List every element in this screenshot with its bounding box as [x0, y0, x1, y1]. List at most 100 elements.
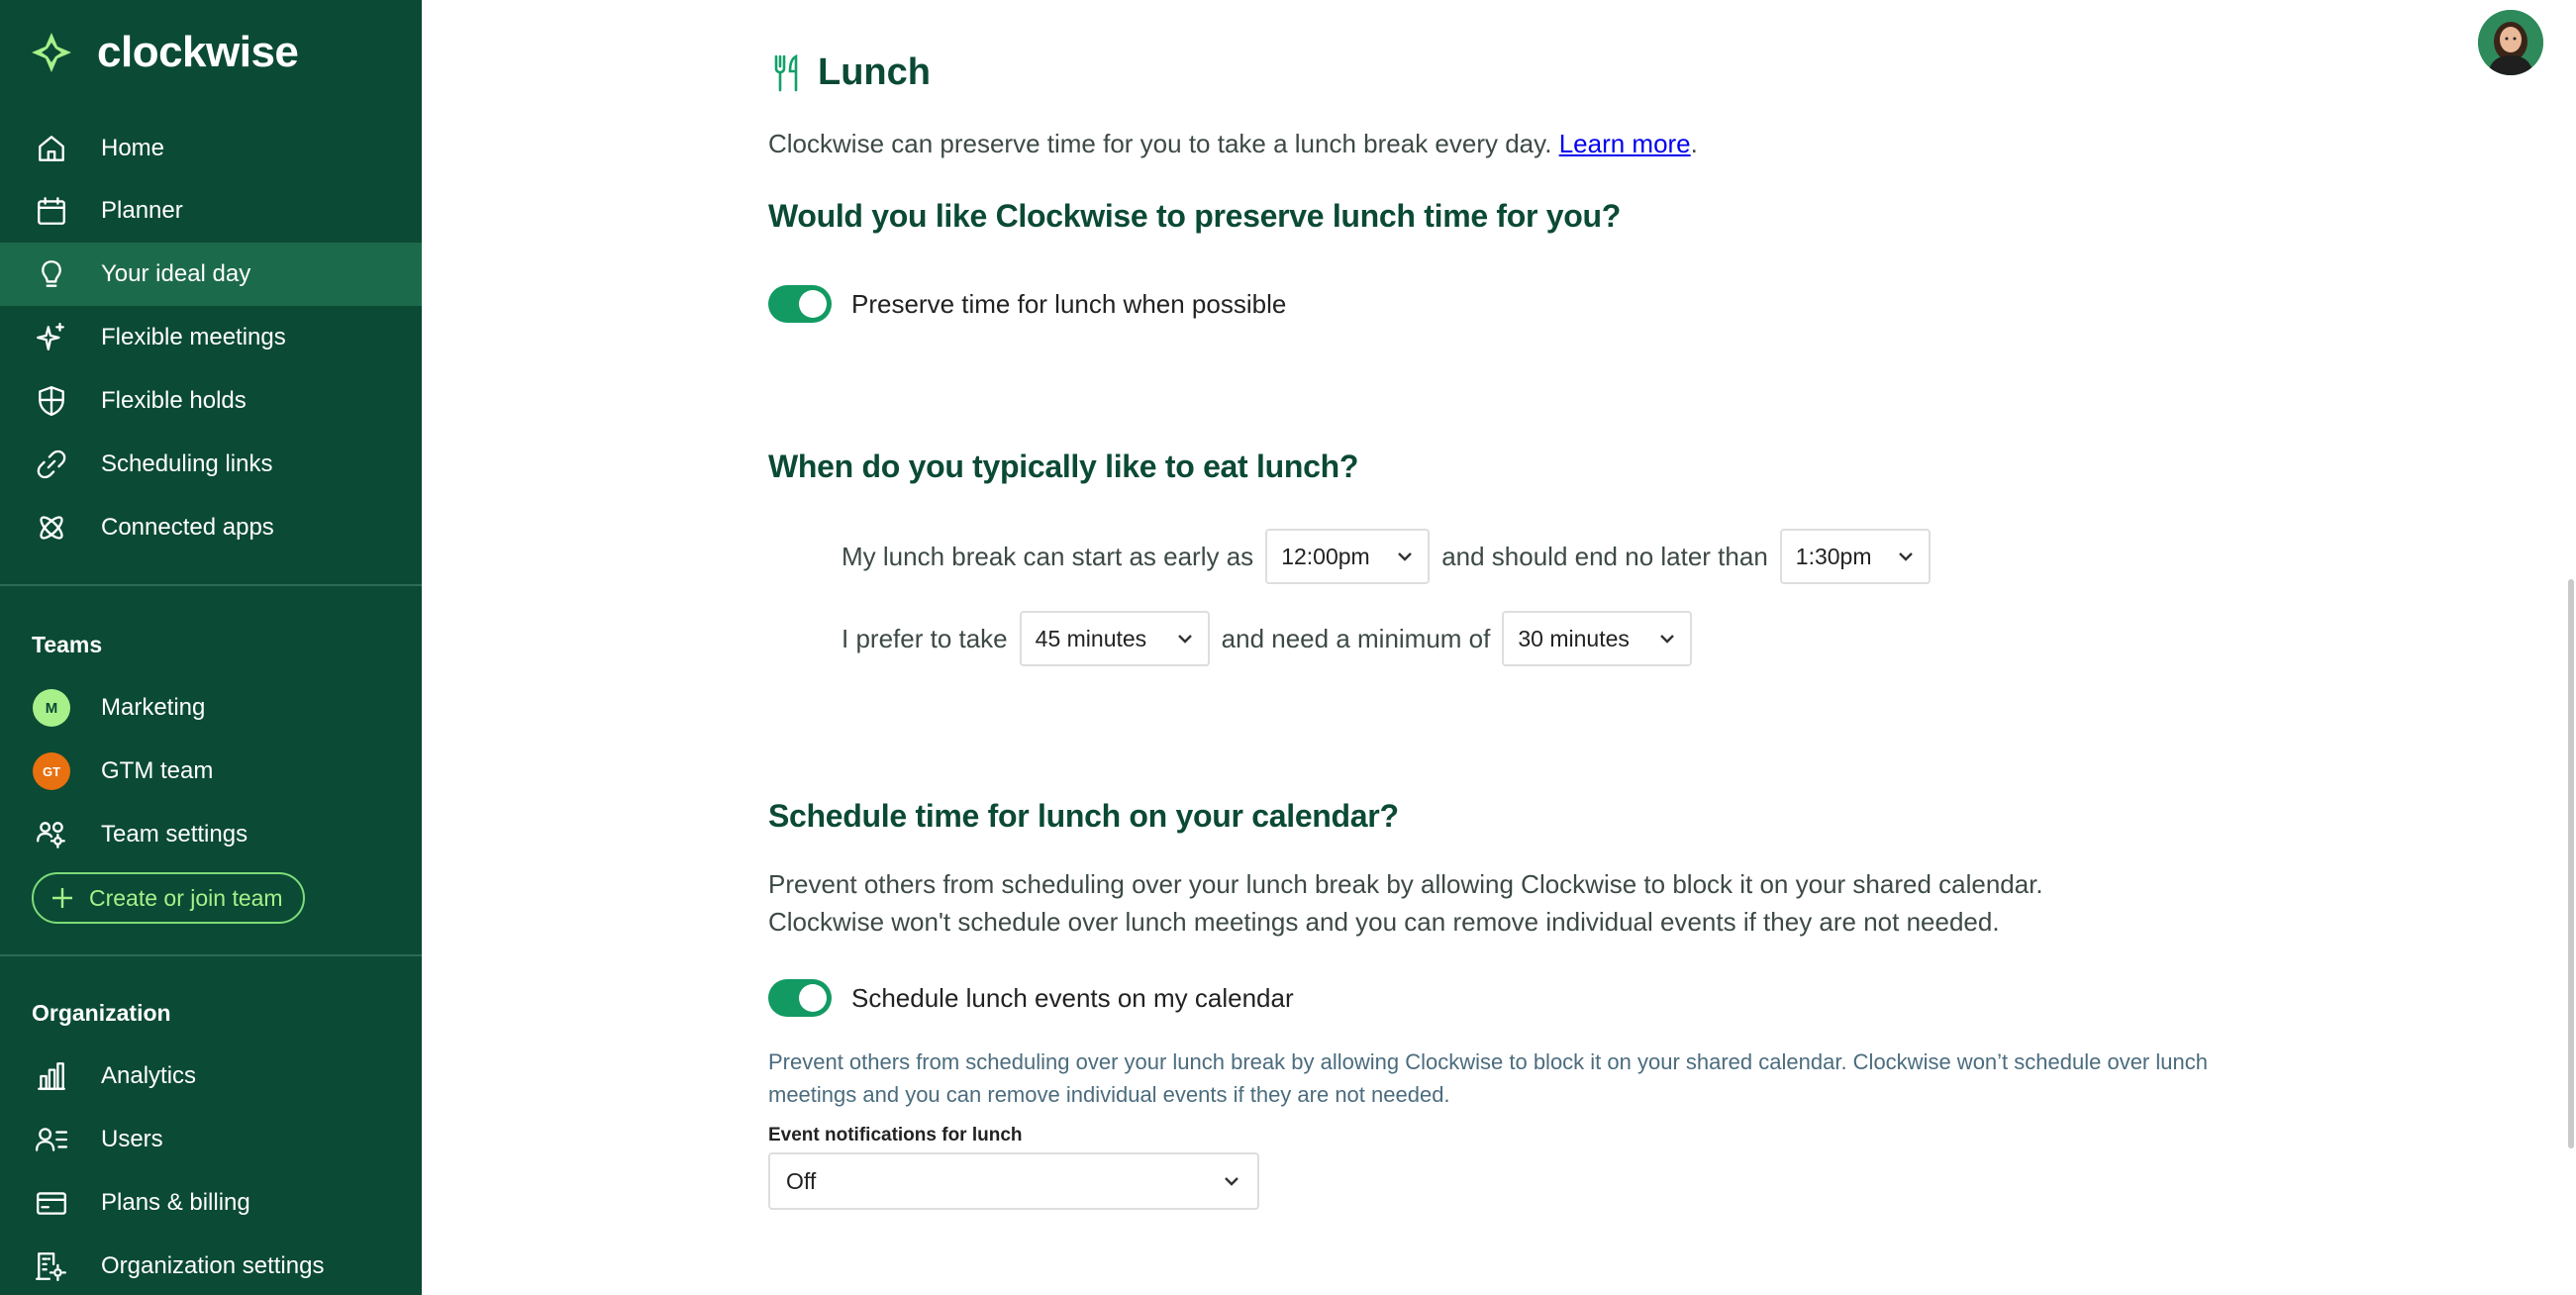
sidebar: clockwise Home Planner Your ideal day Fl… [0, 0, 422, 1295]
create-team-label: Create or join team [89, 884, 283, 911]
schedule-lunch-helper-text: Prevent others from scheduling over your… [768, 1049, 2208, 1107]
sparkle-icon [32, 318, 71, 357]
event-notifications-value: Off [786, 1167, 817, 1194]
fork-knife-icon [774, 53, 798, 91]
plus-icon [52, 888, 72, 908]
preserve-lunch-toggle-label: Preserve time for lunch when possible [851, 288, 1287, 319]
lunch-min-text: and need a minimum of [1221, 623, 1491, 653]
lunch-start-value: 12:00pm [1281, 543, 1370, 569]
calendar-icon [32, 191, 71, 231]
intro-period: . [1690, 129, 1698, 158]
lunch-start-text: My lunch break can start as early as [842, 541, 1254, 571]
chevron-down-icon [1898, 552, 1913, 561]
question-preserve-lunch: Would you like Clockwise to preserve lun… [768, 198, 1622, 234]
nav-item-label: Analytics [101, 1062, 197, 1089]
lunch-duration-row: I prefer to take 45 minutes and need a m… [842, 611, 1704, 666]
lunch-pref-text: I prefer to take [842, 623, 1008, 653]
lightbulb-icon [32, 254, 71, 294]
calendar-description-line-2: Clockwise won't schedule over lunch meet… [768, 907, 2000, 937]
nav-item-label: Scheduling links [101, 450, 273, 477]
create-or-join-team-button[interactable]: Create or join team [32, 872, 305, 924]
preserve-lunch-toggle-row: Preserve time for lunch when possible [768, 285, 1286, 323]
nav-item-team-marketing[interactable]: M Marketing [0, 676, 422, 740]
event-notifications-label: Event notifications for lunch [768, 1125, 1023, 1146]
question-schedule-lunch: Schedule time for lunch on your calendar… [768, 798, 1399, 834]
nav-item-label: Flexible holds [101, 387, 247, 414]
nav-item-users[interactable]: Users [0, 1108, 422, 1171]
nav-item-your-ideal-day[interactable]: Your ideal day [0, 243, 422, 306]
nav-item-label: Organization settings [101, 1252, 325, 1279]
nav-item-flexible-holds[interactable]: Flexible holds [0, 369, 422, 433]
nav-item-label: Home [101, 135, 165, 161]
brand-logo[interactable]: clockwise [30, 28, 299, 77]
intro-sentence: Clockwise can preserve time for you to t… [768, 129, 1552, 158]
atom-icon [32, 508, 71, 548]
lunch-end-dropdown[interactable]: 1:30pm [1779, 529, 1931, 584]
nav-item-label: Connected apps [101, 514, 274, 541]
event-notifications-select[interactable]: Off [768, 1152, 1259, 1210]
sidebar-divider [0, 584, 422, 586]
nav-item-flexible-meetings[interactable]: Flexible meetings [0, 306, 422, 369]
nav-item-planner[interactable]: Planner [0, 179, 422, 243]
chevron-down-icon [1177, 635, 1192, 644]
team-settings-icon [32, 815, 71, 854]
page-heading: Lunch [772, 51, 931, 94]
lunch-start-dropdown[interactable]: 12:00pm [1265, 529, 1431, 584]
team-badge: M [33, 689, 70, 727]
lunch-preferred-duration-dropdown[interactable]: 45 minutes [1019, 611, 1210, 666]
brand-name: clockwise [97, 28, 299, 76]
calendar-description: Prevent others from scheduling over your… [768, 865, 2253, 941]
nav-item-plans-billing[interactable]: Plans & billing [0, 1171, 422, 1235]
lunch-minimum-duration-dropdown[interactable]: 30 minutes [1502, 611, 1693, 666]
team-badge: GT [33, 752, 70, 790]
shield-icon [32, 381, 71, 421]
bar-chart-icon [32, 1056, 71, 1096]
nav-item-label: GTM team [101, 757, 214, 784]
preserve-lunch-toggle[interactable] [768, 285, 832, 323]
nav-item-connected-apps[interactable]: Connected apps [0, 496, 422, 559]
page-title: Lunch [818, 51, 931, 93]
credit-card-icon [32, 1183, 71, 1223]
link-icon [32, 445, 71, 484]
user-avatar[interactable] [2478, 10, 2543, 75]
schedule-lunch-toggle-row: Schedule lunch events on my calendar [768, 979, 1294, 1017]
learn-more-link[interactable]: Learn more [1559, 129, 1691, 158]
nav-item-analytics[interactable]: Analytics [0, 1045, 422, 1108]
team-badge-container: M [32, 688, 71, 728]
lunch-preferred-duration-value: 45 minutes [1035, 625, 1147, 651]
nav-item-label: Users [101, 1126, 163, 1152]
question-lunch-time: When do you typically like to eat lunch? [768, 448, 1359, 484]
calendar-description-line-1: Prevent others from scheduling over your… [768, 869, 2043, 899]
nav-item-team-settings[interactable]: Team settings [0, 803, 422, 866]
team-badge-container: GT [32, 751, 71, 791]
chevron-down-icon [1225, 1177, 1238, 1186]
lunch-end-text: and should end no later than [1441, 541, 1768, 571]
nav-item-label: Plans & billing [101, 1189, 250, 1216]
nav-item-label: Marketing [101, 694, 206, 721]
nav-item-label: Your ideal day [101, 260, 251, 287]
chevron-down-icon [1398, 552, 1413, 561]
lunch-end-value: 1:30pm [1795, 543, 1872, 569]
teams-section-title: Teams [32, 632, 103, 657]
lunch-minimum-duration-value: 30 minutes [1518, 625, 1630, 651]
schedule-lunch-toggle[interactable] [768, 979, 832, 1017]
nav-item-team-gtm[interactable]: GT GTM team [0, 740, 422, 803]
users-list-icon [32, 1120, 71, 1159]
home-icon [32, 129, 71, 168]
nav-item-organization-settings[interactable]: Organization settings [0, 1235, 422, 1295]
lunch-window-row: My lunch break can start as early as 12:… [842, 529, 1942, 584]
nav-item-label: Planner [101, 197, 183, 224]
organization-section-title: Organization [32, 1000, 171, 1026]
avatar-portrait-icon [2478, 10, 2543, 75]
intro-text: Clockwise can preserve time for you to t… [768, 125, 1698, 162]
chevron-down-icon [1660, 635, 1675, 644]
nav-item-home[interactable]: Home [0, 117, 422, 180]
page-scrollbar[interactable] [2568, 579, 2574, 1148]
nav-item-label: Flexible meetings [101, 324, 286, 350]
schedule-lunch-toggle-label: Schedule lunch events on my calendar [851, 982, 1294, 1013]
clockwise-logo-icon [32, 33, 71, 72]
nav-item-scheduling-links[interactable]: Scheduling links [0, 433, 422, 496]
sidebar-divider [0, 954, 422, 956]
nav-item-label: Team settings [101, 821, 248, 847]
org-settings-icon [32, 1246, 71, 1286]
